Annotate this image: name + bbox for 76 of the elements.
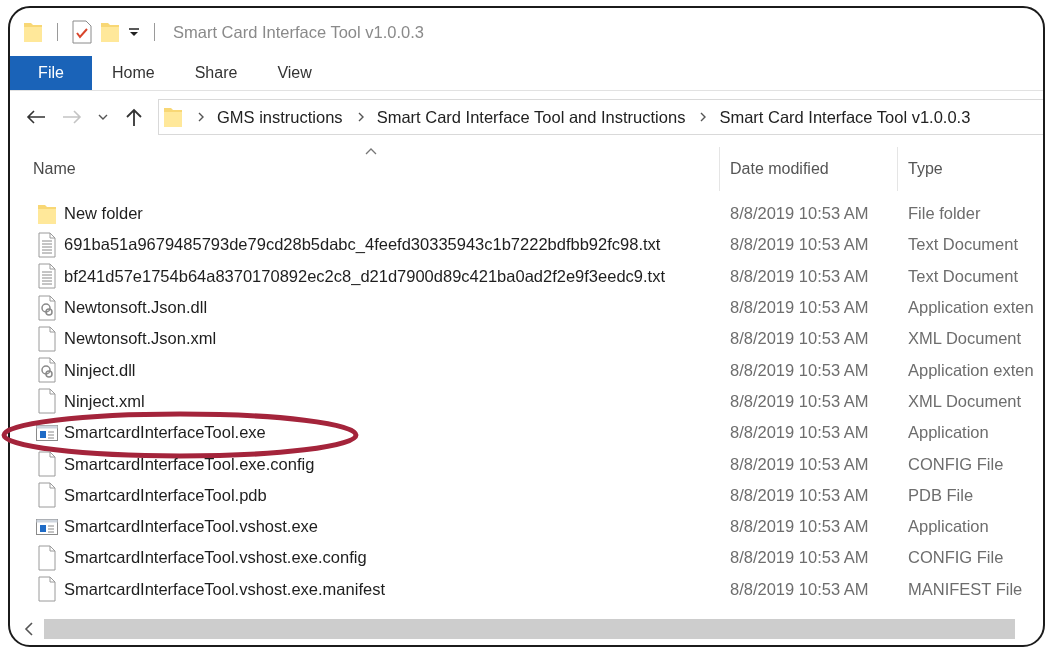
column-header-label: Date modified: [730, 160, 829, 178]
date-cell-text: 8/8/2019 10:53 AM: [729, 485, 870, 505]
file-name[interactable]: SmartcardInterfaceTool.vshost.exe.config: [64, 548, 367, 568]
date-cell-text: 8/8/2019 10:53 AM: [729, 360, 870, 380]
file-icon: [38, 388, 56, 415]
application-icon: [36, 518, 58, 535]
file-name[interactable]: SmartcardInterfaceTool.pdb: [64, 485, 267, 505]
file-icon: [38, 544, 56, 571]
type-cell-text: Text Document: [907, 235, 1020, 255]
ribbon-tab[interactable]: View: [257, 56, 332, 90]
type-cell-text: MANIFEST File: [907, 579, 1024, 599]
column-header-label: Name: [33, 160, 76, 178]
type-cell-text: Application: [907, 423, 990, 443]
scroll-left-icon[interactable]: [24, 622, 34, 636]
date-cell-text: 8/8/2019 10:53 AM: [729, 517, 870, 537]
file-name[interactable]: SmartcardInterfaceTool.vshost.exe.manifest: [64, 579, 385, 599]
chevron-right-icon[interactable]: [356, 112, 365, 122]
column-header-label: Type: [908, 160, 943, 178]
gear-file-icon: [38, 357, 56, 384]
scrollbar-thumb[interactable]: [44, 619, 1015, 639]
window-title: Smart Card Interface Tool v1.0.0.3: [173, 22, 424, 42]
file-name[interactable]: SmartcardInterfaceTool.exe.config: [64, 454, 315, 474]
date-cell-text: 8/8/2019 10:53 AM: [729, 579, 870, 599]
date-cell-text: 8/8/2019 10:53 AM: [729, 423, 870, 443]
file-name[interactable]: Ninject.dll: [64, 360, 136, 380]
column-header[interactable]: Date modified: [720, 147, 898, 191]
type-cell-text: Text Document: [907, 266, 1020, 286]
date-cell-text: 8/8/2019 10:53 AM: [729, 235, 870, 255]
file-name[interactable]: bf241d57e1754b64a8370170892ec2c8_d21d7900d89c421ba0ad2f2e9f3eedc9.txt: [64, 266, 665, 286]
dropdown-icon[interactable]: [128, 26, 140, 38]
type-cell-text: XML Document: [907, 329, 1023, 349]
date-cell-text: 8/8/2019 10:53 AM: [729, 266, 870, 286]
file-icon: [38, 325, 56, 352]
breadcrumb[interactable]: Smart Card Interface Tool and Instructions: [376, 107, 686, 127]
file-name[interactable]: Newtonsoft.Json.xml: [64, 329, 217, 349]
file-name[interactable]: 691ba51a9679485793de79cd28b5dabc_4feefd30335943c1b7222bdfbb92fc98.txt: [64, 235, 661, 255]
file-name[interactable]: Newtonsoft.Json.dll: [64, 298, 208, 318]
chevron-right-icon[interactable]: [197, 112, 205, 122]
file-icon: [38, 482, 56, 509]
folder-icon: [163, 105, 183, 129]
type-cell-text: Application: [907, 517, 990, 537]
date-cell-text: 8/8/2019 10:53 AM: [729, 329, 870, 349]
file-icon: [38, 576, 56, 603]
file-name[interactable]: Ninject.xml: [64, 391, 145, 411]
chevron-right-icon[interactable]: [699, 112, 708, 122]
text-file-icon: [38, 231, 56, 258]
date-cell-text: 8/8/2019 10:53 AM: [729, 548, 870, 568]
file-icon: [38, 451, 56, 477]
breadcrumb[interactable]: GMS instructions: [217, 107, 343, 127]
ribbon-tab[interactable]: Share: [174, 56, 258, 90]
column-header[interactable]: Name: [10, 147, 720, 191]
file-name[interactable]: New folder: [64, 204, 143, 224]
chevron-down-icon[interactable]: [98, 113, 108, 121]
ribbon-tab[interactable]: File: [10, 56, 92, 90]
file-name[interactable]: SmartcardInterfaceTool.vshost.exe: [64, 517, 319, 537]
type-cell-text: Application exten: [907, 298, 1035, 318]
address-bar[interactable]: GMS instructions Smart Card Interface Tool and Instructions Smart Card Interface Tool v1.0.0.3: [158, 99, 1043, 135]
application-icon: [36, 424, 58, 441]
type-cell-text: CONFIG File: [907, 454, 1005, 474]
breadcrumb[interactable]: Smart Card Interface Tool v1.0.0.3: [719, 107, 971, 127]
text-file-icon: [38, 263, 56, 290]
column-header[interactable]: Type: [898, 147, 1043, 191]
date-cell-text: 8/8/2019 10:53 AM: [729, 298, 870, 318]
type-cell-text: CONFIG File: [907, 548, 1005, 568]
type-cell-text: Application exten: [907, 360, 1035, 380]
type-cell-text: File folder: [907, 204, 982, 224]
type-cell-text: XML Document: [907, 391, 1023, 411]
date-cell-text: 8/8/2019 10:53 AM: [729, 454, 870, 474]
back-arrow-icon[interactable]: [26, 109, 46, 125]
properties-icon[interactable]: [72, 20, 92, 44]
up-arrow-icon[interactable]: [126, 108, 142, 126]
date-cell-text: 8/8/2019 10:53 AM: [729, 204, 870, 224]
gear-file-icon: [38, 294, 56, 321]
type-cell-text: PDB File: [907, 485, 975, 505]
date-cell-text: 8/8/2019 10:53 AM: [729, 391, 870, 411]
ribbon-tab[interactable]: Home: [92, 56, 175, 90]
